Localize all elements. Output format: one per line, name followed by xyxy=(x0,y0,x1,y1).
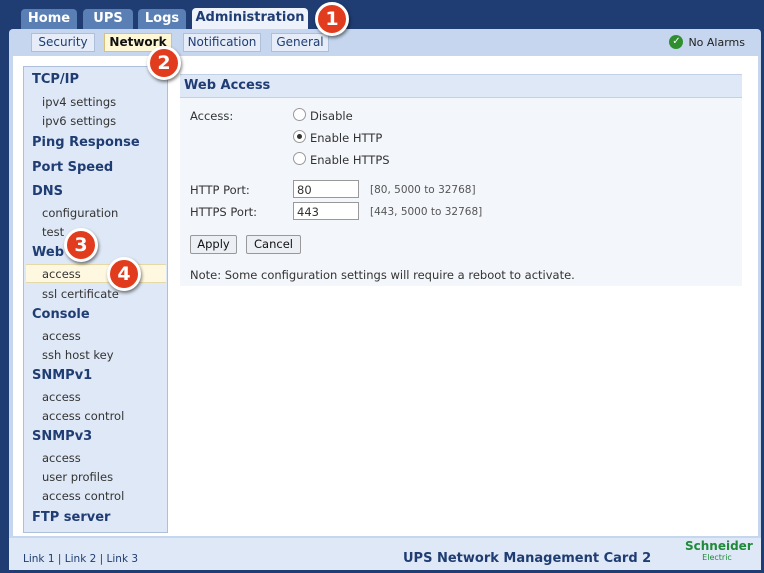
subtab-security[interactable]: Security xyxy=(31,33,95,52)
footer-link-2[interactable]: Link 2 xyxy=(65,553,97,565)
cancel-button[interactable]: Cancel xyxy=(246,235,301,254)
sidebar-heading-ftp-server[interactable]: FTP server xyxy=(32,510,110,525)
sidebar-item-ssh-host-key[interactable]: ssh host key xyxy=(42,348,114,362)
tab-logs[interactable]: Logs xyxy=(138,9,186,29)
sidebar-heading-port-speed[interactable]: Port Speed xyxy=(32,160,113,175)
tab-ups[interactable]: UPS xyxy=(83,9,133,29)
footer-link-3[interactable]: Link 3 xyxy=(107,553,139,565)
radio-enable-http-label[interactable]: Enable HTTP xyxy=(310,131,382,145)
sidebar-item-dns-test[interactable]: test xyxy=(42,225,64,239)
apply-button[interactable]: Apply xyxy=(190,235,237,254)
radio-enable-https-label[interactable]: Enable HTTPS xyxy=(310,153,390,167)
sidebar: TCP/IP ipv4 settings ipv6 settings Ping … xyxy=(23,66,168,533)
subtab-general[interactable]: General xyxy=(271,33,329,52)
sidebar-item-user-profiles[interactable]: user profiles xyxy=(42,470,113,484)
sidebar-item-ssl-certificate[interactable]: ssl certificate xyxy=(42,287,119,301)
https-port-input[interactable]: 443 xyxy=(293,202,359,220)
callout-2: 2 xyxy=(147,46,181,80)
http-port-hint: [80, 5000 to 32768] xyxy=(370,184,476,196)
sidebar-heading-console[interactable]: Console xyxy=(32,307,90,322)
sidebar-item-web-access[interactable]: access xyxy=(26,264,166,283)
alarm-text: No Alarms xyxy=(688,35,745,49)
tab-home[interactable]: Home xyxy=(21,9,77,29)
access-label: Access: xyxy=(190,109,234,123)
footer-link-1[interactable]: Link 1 xyxy=(23,553,55,565)
http-port-input[interactable]: 80 xyxy=(293,180,359,198)
top-tab-bar: Home UPS Logs Administration xyxy=(0,0,764,30)
product-name: UPS Network Management Card 2 xyxy=(403,551,652,566)
alarm-status[interactable]: ✓ No Alarms xyxy=(669,35,745,49)
sidebar-heading-ping[interactable]: Ping Response xyxy=(32,135,140,150)
footer: Link 1 | Link 2 | Link 3 UPS Network Man… xyxy=(9,538,761,570)
content-area: TCP/IP ipv4 settings ipv6 settings Ping … xyxy=(13,56,758,536)
sidebar-item-ipv4[interactable]: ipv4 settings xyxy=(42,95,116,109)
sidebar-item-ipv6[interactable]: ipv6 settings xyxy=(42,114,116,128)
sidebar-heading-snmpv3[interactable]: SNMPv3 xyxy=(32,429,92,444)
subtab-notification[interactable]: Notification xyxy=(183,33,261,52)
radio-enable-http[interactable] xyxy=(293,130,306,143)
radio-disable[interactable] xyxy=(293,108,306,121)
schneider-logo: Schneider Electric xyxy=(685,539,753,562)
sub-tab-bar: Security Network Notification General ✓ … xyxy=(9,29,761,54)
callout-1: 1 xyxy=(315,2,349,36)
panel-title: Web Access xyxy=(184,78,271,93)
panel-header: Web Access xyxy=(180,74,742,98)
web-access-panel: Web Access Access: Disable Enable HTTP E… xyxy=(180,74,742,286)
sidebar-item-snmpv3-access[interactable]: access xyxy=(42,451,81,465)
sidebar-item-snmpv3-access-control[interactable]: access control xyxy=(42,489,124,503)
callout-3: 3 xyxy=(64,228,98,262)
sidebar-item-console-access[interactable]: access xyxy=(42,329,81,343)
sidebar-item-dns-configuration[interactable]: configuration xyxy=(42,206,118,220)
sidebar-heading-dns[interactable]: DNS xyxy=(32,184,63,199)
sidebar-item-snmpv1-access-control[interactable]: access control xyxy=(42,409,124,423)
check-icon: ✓ xyxy=(669,35,684,49)
https-port-label: HTTPS Port: xyxy=(190,205,258,219)
https-port-hint: [443, 5000 to 32768] xyxy=(370,206,483,218)
sidebar-heading-web[interactable]: Web xyxy=(32,245,64,260)
sidebar-heading-tcpip[interactable]: TCP/IP xyxy=(32,72,79,87)
sidebar-item-snmpv1-access[interactable]: access xyxy=(42,390,81,404)
sidebar-heading-snmpv1[interactable]: SNMPv1 xyxy=(32,368,92,383)
page-panel: Security Network Notification General ✓ … xyxy=(9,29,761,570)
reboot-note: Note: Some configuration settings will r… xyxy=(190,268,575,282)
tab-administration[interactable]: Administration xyxy=(192,8,308,30)
callout-4: 4 xyxy=(107,257,141,291)
footer-links: Link 1 | Link 2 | Link 3 xyxy=(23,553,139,565)
radio-enable-https[interactable] xyxy=(293,152,306,165)
http-port-label: HTTP Port: xyxy=(190,183,250,197)
radio-disable-label[interactable]: Disable xyxy=(310,109,353,123)
